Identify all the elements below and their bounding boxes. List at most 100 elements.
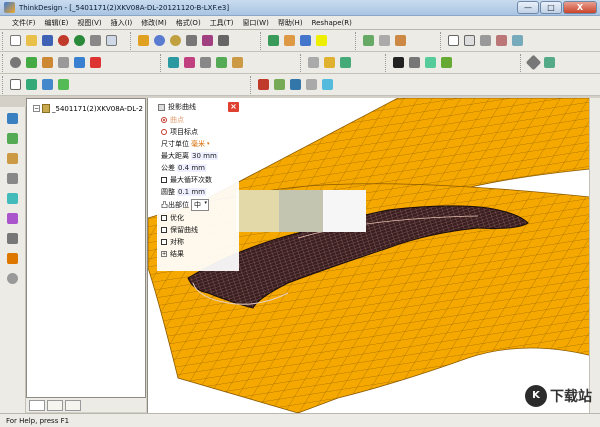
radio-icon[interactable] [161,129,167,135]
boolean-icon[interactable] [407,54,422,71]
toolbar-grip[interactable] [520,54,523,72]
shape-icon[interactable] [288,76,303,93]
offset-curve-icon[interactable] [72,54,87,71]
menu-help[interactable]: 帮助(H) [278,18,303,28]
pointer-icon[interactable] [8,76,23,93]
toolbar-grip[interactable] [2,76,5,94]
check-icon[interactable] [304,76,319,93]
minimize-button[interactable]: — [517,1,539,14]
chart-icon[interactable] [5,150,20,167]
chevron-down-icon[interactable]: ▾ [207,141,210,147]
radio-icon[interactable] [161,117,167,123]
menu-edit[interactable]: 编辑(E) [45,18,69,28]
tree-root-item[interactable]: − _5401171(2)XKV08A-DL-2 [33,104,143,113]
spline-icon[interactable] [56,54,71,71]
mesh-icon[interactable] [306,54,321,71]
option-point[interactable]: 曲点 [161,115,184,125]
tab-library[interactable] [65,399,81,411]
keep-curve-option[interactable]: 保留曲线 [161,225,198,235]
checkbox-icon[interactable] [161,227,167,233]
toolbar-grip[interactable] [260,32,263,50]
radius-input[interactable]: 0.1 mm [177,188,206,196]
toolbar-grip[interactable] [355,32,358,50]
menu-reshape[interactable]: Reshape(R) [312,19,352,27]
assembly-icon[interactable] [5,210,20,227]
option-target-point[interactable]: 项目标点 [161,127,198,137]
toolbar-grip[interactable] [440,32,443,50]
max-distance-input[interactable]: 30 mm [191,152,218,160]
toolbar-grip[interactable] [130,32,133,50]
toolbar-grip[interactable] [2,54,5,72]
layers-icon[interactable] [5,130,20,147]
menu-file[interactable]: 文件(F) [12,18,36,28]
table-icon[interactable] [5,170,20,187]
checkbox-icon[interactable] [161,177,167,183]
settings-icon[interactable] [5,270,20,287]
tree-view-icon[interactable] [5,110,20,127]
solid-box-icon[interactable] [24,76,39,93]
line-icon[interactable] [24,54,39,71]
close-icon[interactable]: × [228,102,239,112]
deform-icon[interactable] [322,54,337,71]
measure-icon[interactable] [216,32,231,49]
redo-icon[interactable] [72,32,87,49]
vertical-scrollbar[interactable] [589,98,600,413]
project-curve-icon[interactable] [88,54,103,71]
bulge-select[interactable]: 中 ▾ [191,199,209,211]
paint-icon[interactable] [361,32,376,49]
transform-icon[interactable] [320,76,335,93]
tab-layers[interactable] [47,399,63,411]
menu-insert[interactable]: 插入(I) [111,18,133,28]
checkbox-icon[interactable] [161,239,167,245]
diamond-icon[interactable] [525,54,542,71]
toolbar-grip[interactable] [160,54,163,72]
menu-modify[interactable]: 修改(M) [141,18,167,28]
copy-icon[interactable] [104,32,119,49]
units-select[interactable]: 毫米 [191,139,205,149]
close-button[interactable]: X [563,1,597,14]
result-section[interactable]: + 结果 [161,249,184,259]
loft-icon[interactable] [182,54,197,71]
symmetric-option[interactable]: 对称 [161,237,184,247]
pin-icon[interactable] [158,103,165,111]
toolbar-grip[interactable] [300,54,303,72]
shell-icon[interactable] [423,54,438,71]
expand-icon[interactable]: − [33,105,40,112]
properties-icon[interactable] [510,32,525,49]
expand-icon[interactable]: + [161,251,167,257]
menu-format[interactable]: 格式(O) [176,18,201,28]
menu-view[interactable]: 视图(V) [77,18,101,28]
snap-icon[interactable] [377,32,392,49]
menu-tools[interactable]: 工具(T) [210,18,234,28]
analysis-icon[interactable] [439,54,454,71]
surface-icon[interactable] [166,54,181,71]
cylinder-icon[interactable] [40,76,55,93]
component-icon[interactable] [5,190,20,207]
optimize-option[interactable]: 优化 [161,213,184,223]
layer-icon[interactable] [266,32,281,49]
filter-icon[interactable] [478,32,493,49]
save-icon[interactable] [40,32,55,49]
select-arrow-icon[interactable] [446,32,461,49]
toolbar-grip[interactable] [2,32,5,50]
new-file-icon[interactable] [8,32,23,49]
open-folder-icon[interactable] [24,32,39,49]
maximize-button[interactable]: □ [540,1,562,14]
curve-icon[interactable] [8,54,23,71]
face-icon[interactable] [256,76,271,93]
checkbox-icon[interactable] [161,215,167,221]
attribute-icon[interactable] [393,32,408,49]
section-icon[interactable] [542,54,557,71]
sweep-icon[interactable] [198,54,213,71]
stack-icon[interactable] [5,230,20,247]
edge-icon[interactable] [272,76,287,93]
toolbar-grip[interactable] [250,76,253,94]
library-icon[interactable] [5,250,20,267]
solid-icon[interactable] [391,54,406,71]
zoom-icon[interactable] [168,32,183,49]
grid-icon[interactable] [184,32,199,49]
toolbar-grip[interactable] [385,54,388,72]
color-icon[interactable] [282,32,297,49]
cut-icon[interactable] [88,32,103,49]
cube-icon[interactable] [136,32,151,49]
